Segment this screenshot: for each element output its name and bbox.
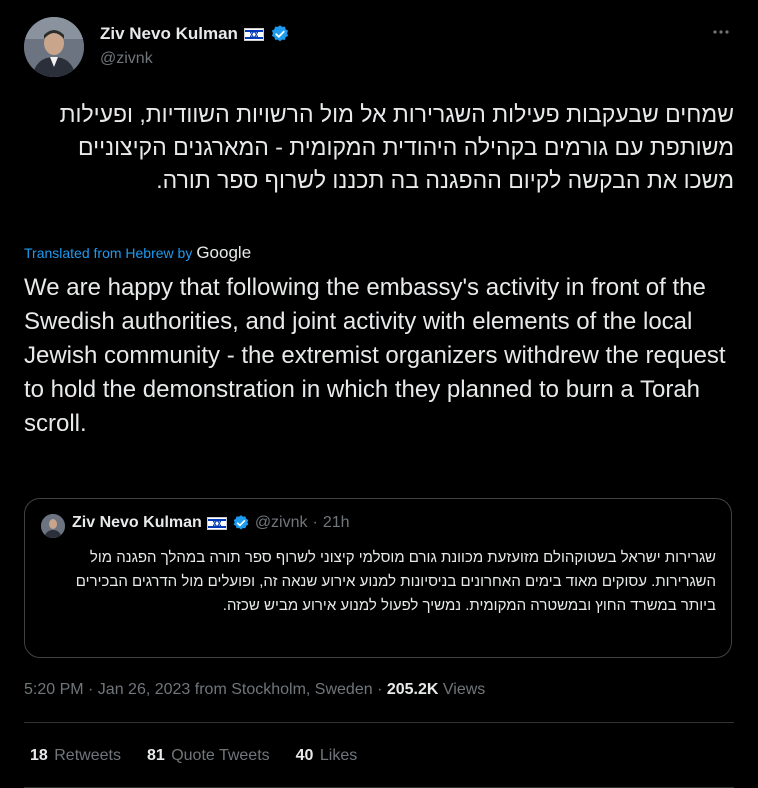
- avatar[interactable]: [24, 17, 84, 77]
- quote-tweets-stat[interactable]: 81 Quote Tweets: [147, 747, 270, 765]
- quoted-separator: ·: [312, 514, 318, 531]
- author-handle[interactable]: @zivnk: [100, 50, 153, 68]
- views-count: 205.2K: [386, 681, 439, 698]
- retweets-label: Retweets: [54, 747, 121, 764]
- retweets-stat[interactable]: 18 Retweets: [30, 747, 121, 765]
- author-name-row[interactable]: Ziv Nevo Kulman: [100, 24, 290, 44]
- quoted-author-handle: @zivnk: [254, 514, 308, 531]
- likes-stat[interactable]: 40 Likes: [296, 747, 358, 765]
- likes-label: Likes: [319, 747, 358, 764]
- quoted-time: 21h: [322, 514, 350, 531]
- likes-count: 40: [295, 747, 314, 764]
- tweet-text-original: שמחים שבעקבות פעילות השגרירות אל מול הרש…: [59, 101, 734, 193]
- quotes-count: 81: [146, 747, 165, 764]
- verified-badge-icon: [271, 25, 289, 42]
- quoted-header: Ziv Nevo Kulman @zivnk · 21h: [72, 514, 350, 532]
- israel-flag-icon: [243, 27, 264, 41]
- israel-flag-icon: [206, 516, 227, 530]
- translated-label[interactable]: Translated from Hebrew by: [24, 245, 192, 261]
- quoted-avatar: [41, 514, 65, 538]
- engagement-stats: 18 Retweets 81 Quote Tweets 40 Likes: [30, 747, 357, 765]
- author-name[interactable]: Ziv Nevo Kulman: [100, 24, 238, 44]
- google-logo: Google: [196, 243, 252, 262]
- tweet-timestamp[interactable]: 5:20 PM · Jan 26, 2023 from Stockholm, S…: [24, 681, 373, 698]
- verified-badge-icon: [233, 515, 249, 530]
- meta-separator: ·: [372, 681, 387, 698]
- views-label: Views: [438, 681, 486, 698]
- quoted-tweet-text: שגרירות ישראל בשטוקהולם מזועזעת מכוונת ג…: [75, 549, 716, 614]
- divider: [24, 722, 734, 723]
- translation-attribution[interactable]: Translated from Hebrew by Google: [24, 243, 251, 263]
- avatar-image: [24, 17, 84, 77]
- quotes-label: Quote Tweets: [171, 747, 270, 764]
- tweet-text-translated: We are happy that following the embassy'…: [24, 274, 726, 437]
- retweets-count: 18: [30, 747, 48, 764]
- quoted-author-name: Ziv Nevo Kulman: [72, 514, 202, 531]
- more-options-icon[interactable]: [708, 22, 734, 44]
- tweet-meta: 5:20 PM · Jan 26, 2023 from Stockholm, S…: [24, 681, 485, 699]
